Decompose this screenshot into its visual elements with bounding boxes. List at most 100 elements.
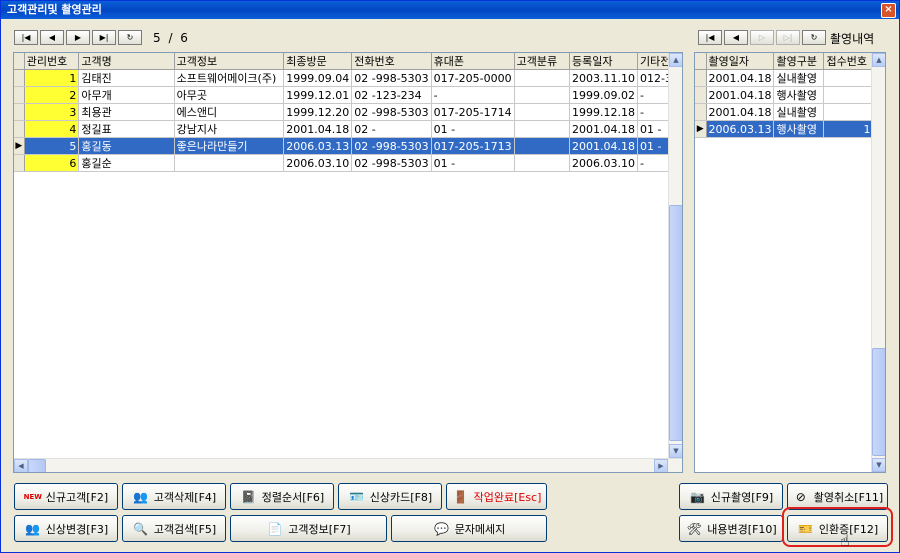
edit-content-button[interactable]: 🛠 내용변경[F10]: [679, 515, 783, 542]
scroll-up-icon[interactable]: ▲: [872, 53, 885, 67]
scroll-up-icon[interactable]: ▲: [669, 53, 682, 67]
shoot-type: 행사촬영: [773, 120, 825, 138]
new-customer-button[interactable]: NEW 신규고객[F2]: [14, 483, 118, 510]
focus-highlight: [782, 507, 893, 547]
new-shoot-button[interactable]: 📷 신규촬영[F9]: [679, 483, 783, 510]
row-indicator[interactable]: [14, 69, 25, 87]
customer-info: 강남지사: [174, 120, 285, 138]
reg-date: 2003.11.10: [569, 69, 638, 87]
customer-id: 4: [24, 120, 80, 138]
customer-header-row: 관리번호 고객명 고객정보 최종방문 전화번호 휴대폰 고객분류 등록일자 기타…: [14, 53, 682, 70]
reg-date: 2001.04.18: [569, 137, 638, 155]
table-row-selected[interactable]: ▶ 5 홍길동 좋은나라만들기 2006.03.13 02 -998-5303 …: [14, 137, 682, 155]
row-indicator[interactable]: [695, 103, 707, 121]
shoot-navigator: |◀ ◀ ▷ ▷| ↻: [698, 30, 826, 45]
mobile: 01 -: [431, 120, 515, 138]
new-camera-icon: 📷: [690, 489, 706, 504]
vertical-scrollbar[interactable]: ▲ ▼: [871, 53, 885, 472]
window-title: 고객관리및 촬영관리: [7, 3, 102, 16]
scroll-thumb[interactable]: [872, 348, 885, 456]
mobile: 01 -: [431, 154, 515, 172]
sms-button[interactable]: 💬 문자메세지: [391, 515, 547, 542]
column-header[interactable]: 촬영구분: [773, 53, 825, 70]
column-header[interactable]: 고객명: [78, 53, 175, 70]
vertical-scrollbar[interactable]: ▲ ▼: [668, 53, 682, 458]
current-row-indicator-icon[interactable]: ▶: [695, 120, 707, 138]
column-header[interactable]: 최종방문: [283, 53, 353, 70]
category: [514, 86, 571, 104]
table-row[interactable]: 1 김태진 소프트웨어메이크(주) 1999.09.04 02 -998-530…: [14, 69, 682, 87]
table-row[interactable]: 2001.04.18 행사촬영 8: [695, 86, 881, 104]
table-row[interactable]: 4 정길표 강남지사 2001.04.18 02 - 01 - 2001.04.…: [14, 120, 682, 138]
scroll-right-icon[interactable]: ▶: [654, 459, 668, 472]
column-header[interactable]: 전화번호: [351, 53, 432, 70]
search-customer-button[interactable]: 🔍 고객검색[F5]: [122, 515, 226, 542]
delete-customer-button[interactable]: 👥 고객삭제[F4]: [122, 483, 226, 510]
last-record-icon[interactable]: ▶|: [92, 30, 116, 45]
customer-info-button[interactable]: 📄 고객정보[F7]: [230, 515, 387, 542]
customer-name: 홍길동: [78, 137, 175, 155]
button-label: 정렬순서[F6]: [261, 490, 325, 504]
prev-record-icon[interactable]: ◀: [40, 30, 64, 45]
customer-grid[interactable]: 관리번호 고객명 고객정보 최종방문 전화번호 휴대폰 고객분류 등록일자 기타…: [13, 52, 683, 473]
last-visit: 2006.03.10: [283, 154, 353, 172]
shoot-grid[interactable]: 촬영일자 촬영구분 접수번호 2001.04.18 실내촬영 7 2001.04…: [694, 52, 886, 473]
column-header[interactable]: 관리번호: [24, 53, 80, 70]
new-card-button[interactable]: 🪪 신상카드[F8]: [338, 483, 442, 510]
row-indicator[interactable]: [14, 154, 25, 172]
table-row[interactable]: 2001.04.18 실내촬영 7: [695, 69, 881, 87]
row-indicator[interactable]: [695, 69, 707, 87]
row-indicator[interactable]: [14, 86, 25, 104]
scroll-thumb[interactable]: [669, 205, 682, 441]
shoot-date: 2001.04.18: [706, 86, 775, 104]
customer-info: 좋은나라만들기: [174, 137, 285, 155]
prev-record-icon[interactable]: ◀: [724, 30, 748, 45]
column-header[interactable]: 고객분류: [514, 53, 571, 70]
cancel-shoot-button[interactable]: ⊘ 촬영취소[F11]: [787, 483, 888, 510]
exit-door-icon: 🚪: [453, 489, 469, 504]
category: [514, 103, 571, 121]
first-record-icon[interactable]: |◀: [698, 30, 722, 45]
scroll-left-icon[interactable]: ◀: [14, 459, 28, 472]
reg-date: 1999.12.18: [569, 103, 638, 121]
first-record-icon[interactable]: |◀: [14, 30, 38, 45]
column-header[interactable]: 등록일자: [569, 53, 638, 70]
horizontal-scrollbar[interactable]: ◀ ▶: [14, 458, 682, 472]
refresh-icon[interactable]: ↻: [802, 30, 826, 45]
row-indicator[interactable]: [695, 86, 707, 104]
shoot-history-title: 촬영내역: [830, 32, 875, 46]
button-label: 고객삭제[F4]: [153, 490, 217, 504]
category: [514, 137, 571, 155]
scroll-down-icon[interactable]: ▼: [669, 444, 682, 458]
customer-id: 3: [24, 103, 80, 121]
change-info-button[interactable]: 👥 신상변경[F3]: [14, 515, 118, 542]
customer-id: 1: [24, 69, 80, 87]
column-header[interactable]: 고객정보: [174, 53, 285, 70]
scroll-down-icon[interactable]: ▼: [872, 458, 885, 472]
close-icon[interactable]: ×: [881, 3, 896, 18]
mobile: 017-205-1714: [431, 103, 515, 121]
customer-name: 최용관: [78, 103, 175, 121]
column-header[interactable]: 휴대폰: [431, 53, 515, 70]
button-label: 고객정보[F7]: [288, 522, 351, 536]
last-visit: 1999.09.04: [283, 69, 353, 87]
button-label: 신상카드[F8]: [369, 490, 433, 504]
table-row[interactable]: 6 홍길순 2006.03.10 02 -998-5303 01 - 2006.…: [14, 154, 682, 172]
customer-id: 6: [24, 154, 80, 172]
table-row[interactable]: 3 최용관 에스앤디 1999.12.20 02 -998-5303 017-2…: [14, 103, 682, 121]
shoot-header-row: 촬영일자 촬영구분 접수번호: [695, 53, 881, 70]
column-header[interactable]: 촬영일자: [706, 53, 775, 70]
next-record-icon[interactable]: ▶: [66, 30, 90, 45]
table-row[interactable]: 2 아무개 아무곳 1999.12.01 02 -123-234 - 1999.…: [14, 86, 682, 104]
refresh-icon[interactable]: ↻: [118, 30, 142, 45]
id-card-icon: 🪪: [349, 489, 365, 504]
row-indicator[interactable]: [14, 120, 25, 138]
row-indicator[interactable]: [14, 103, 25, 121]
table-row-selected[interactable]: ▶ 2006.03.13 행사촬영 11: [695, 120, 881, 138]
table-row[interactable]: 2001.04.18 실내촬영 9: [695, 103, 881, 121]
sort-order-button[interactable]: 📓 정렬순서[F6]: [230, 483, 334, 510]
phone: 02 -123-234: [351, 86, 432, 104]
scroll-thumb[interactable]: [28, 459, 46, 472]
current-row-indicator-icon[interactable]: ▶: [14, 137, 25, 155]
work-done-button[interactable]: 🚪 작업완료[Esc]: [446, 483, 547, 510]
